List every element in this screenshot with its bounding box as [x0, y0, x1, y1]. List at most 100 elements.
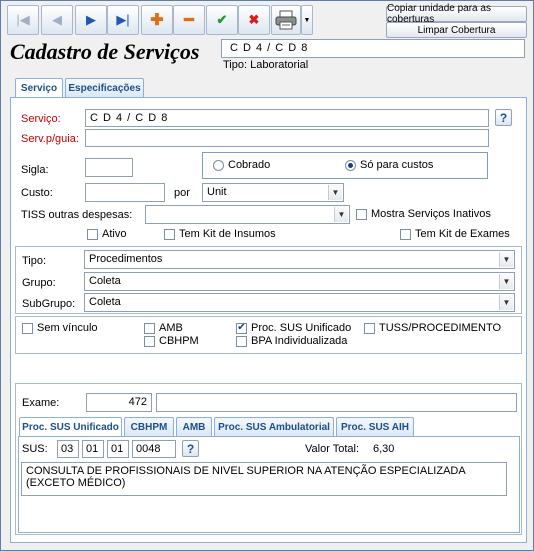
sus-part3-input[interactable]: 01: [107, 440, 129, 458]
unit-select[interactable]: Unit ▼: [202, 183, 344, 202]
tuss-label: TUSS/PROCEDIMENTO: [379, 322, 502, 334]
tuss-checkbox[interactable]: TUSS/PROCEDIMENTO: [364, 322, 501, 334]
servguia-input[interactable]: [85, 129, 489, 147]
chevron-down-icon: ▼: [499, 252, 513, 267]
sus-unificado-label: Proc. SUS Unificado: [251, 322, 352, 334]
custo-input[interactable]: [85, 183, 165, 202]
chevron-down-icon: ▼: [499, 274, 513, 289]
tab-servico[interactable]: Serviço: [15, 78, 63, 98]
subgrupo-select-value: Coleta: [89, 296, 121, 308]
sus-label: SUS:: [22, 443, 48, 455]
subtab-amb[interactable]: AMB: [176, 417, 212, 436]
tipo-select[interactable]: Procedimentos ▼: [84, 250, 515, 269]
valor-total-value: 6,30: [373, 443, 395, 455]
last-record-button[interactable]: ▶|: [107, 5, 139, 35]
radio-so-para-custos[interactable]: Só para custos: [345, 159, 433, 171]
print-button[interactable]: [271, 5, 301, 35]
grupo-label: Grupo:: [22, 277, 56, 289]
subtab-sus-unificado[interactable]: Proc. SUS Unificado: [19, 417, 122, 437]
tiss-select[interactable]: ▼: [145, 205, 350, 224]
prev-icon: ◀: [52, 12, 62, 27]
sigla-label: Sigla:: [21, 164, 49, 176]
help-icon: ?: [186, 441, 195, 456]
help-icon: ?: [499, 110, 508, 125]
subgrupo-select[interactable]: Coleta ▼: [84, 293, 515, 312]
add-record-button[interactable]: ✚: [141, 5, 173, 35]
mostra-inativos-label: Mostra Serviços Inativos: [371, 208, 491, 220]
kit-exames-box: [400, 228, 411, 240]
page-title: Cadastro de Serviços: [10, 39, 200, 64]
kit-insumos-checkbox[interactable]: Tem Kit de Insumos: [164, 228, 276, 240]
cancel-button[interactable]: ✖: [238, 5, 270, 35]
subtab-sus-ambulatorial[interactable]: Proc. SUS Ambulatorial: [214, 417, 334, 436]
kit-insumos-label: Tem Kit de Insumos: [179, 228, 276, 240]
exame-name-input[interactable]: [156, 393, 517, 412]
clear-coverage-button[interactable]: Limpar Cobertura: [386, 22, 527, 38]
radio-cobrado[interactable]: Cobrado: [213, 159, 270, 171]
chevron-down-icon: ▼: [499, 295, 513, 310]
amb-checkbox[interactable]: AMB: [144, 322, 183, 334]
tab-especificacoes[interactable]: Especificações: [65, 78, 144, 97]
dropdown-icon: ▼: [303, 16, 311, 24]
ativo-checkbox[interactable]: Ativo: [87, 228, 126, 240]
remove-icon: ━: [184, 12, 194, 29]
cancel-icon: ✖: [248, 12, 260, 27]
cbhpm-box: [144, 335, 155, 347]
next-record-button[interactable]: ▶: [75, 5, 107, 35]
kit-insumos-box: [164, 228, 175, 240]
confirm-icon: ✔: [216, 12, 228, 27]
ativo-box: [87, 228, 98, 240]
service-type-label: Tipo: Laboratorial: [223, 59, 309, 71]
mostra-inativos-checkbox[interactable]: Mostra Serviços Inativos: [356, 208, 491, 220]
sus-help-button[interactable]: ?: [182, 440, 199, 457]
sus-unificado-checkbox[interactable]: ✔ Proc. SUS Unificado: [236, 322, 351, 334]
billing-radio-group: Cobrado Só para custos: [202, 152, 488, 179]
checkmark-icon: ✔: [237, 322, 246, 333]
service-code-header: C D 4 / C D 8: [221, 39, 525, 58]
servguia-label: Serv.p/guia:: [21, 133, 79, 145]
servico-panel: Serviço: C D 4 / C D 8 ? Serv.p/guia: Si…: [10, 97, 527, 543]
last-icon: ▶|: [116, 12, 130, 27]
first-record-button[interactable]: |◀: [7, 5, 39, 35]
radio-cobrado-label: Cobrado: [228, 159, 271, 171]
exame-group: Exame: 472 Proc. SUS Unificado CBHPM AMB…: [15, 383, 522, 535]
servico-input[interactable]: C D 4 / C D 8: [85, 109, 489, 127]
subtab-cbhpm[interactable]: CBHPM: [124, 417, 174, 436]
tipo-select-value: Procedimentos: [89, 253, 163, 265]
sigla-input[interactable]: [85, 158, 133, 177]
servico-label: Serviço:: [21, 113, 61, 125]
sem-vinculo-checkbox[interactable]: Sem vínculo: [22, 322, 98, 334]
ativo-label: Ativo: [102, 228, 127, 240]
por-label: por: [174, 187, 190, 199]
tiss-label: TISS outras despesas:: [21, 209, 133, 221]
sus-part2-input[interactable]: 01: [82, 440, 104, 458]
subtab-sus-aih[interactable]: Proc. SUS AIH: [336, 417, 414, 436]
mostra-inativos-box: [356, 208, 367, 220]
chevron-down-icon: ▼: [334, 207, 348, 222]
sus-part1-input[interactable]: 03: [57, 440, 79, 458]
grupo-select[interactable]: Coleta ▼: [84, 272, 515, 291]
kit-exames-label: Tem Kit de Exames: [415, 228, 510, 240]
sus-part4-input[interactable]: 0048: [132, 440, 176, 458]
custo-label: Custo:: [21, 187, 53, 199]
printer-icon: [275, 10, 297, 30]
bpa-label: BPA Individualizada: [251, 335, 348, 347]
amb-label: AMB: [159, 322, 183, 334]
cbhpm-checkbox[interactable]: CBHPM: [144, 335, 199, 347]
confirm-button[interactable]: ✔: [206, 5, 238, 35]
exame-code-input[interactable]: 472: [86, 393, 152, 412]
delete-record-button[interactable]: ━: [173, 5, 205, 35]
tuss-box: [364, 322, 375, 334]
servico-help-button[interactable]: ?: [495, 109, 512, 126]
first-icon: |◀: [16, 12, 30, 27]
print-dropdown-button[interactable]: ▼: [301, 5, 313, 35]
previous-record-button[interactable]: ◀: [41, 5, 73, 35]
copy-unit-coverage-button[interactable]: Copiar unidade para as coberturas: [386, 3, 527, 25]
kit-exames-checkbox[interactable]: Tem Kit de Exames: [400, 228, 510, 240]
bpa-checkbox[interactable]: BPA Individualizada: [236, 335, 347, 347]
classification-group: Tipo: Procedimentos ▼ Grupo: Coleta ▼ Su…: [15, 246, 522, 314]
amb-box: [144, 322, 155, 334]
service-registration-window: |◀ ◀ ▶ ▶| ✚ ━ ✔ ✖ ▼ Copiar unidade para …: [0, 0, 534, 551]
add-icon: ✚: [150, 12, 164, 29]
radio-custos-label: Só para custos: [360, 159, 434, 171]
